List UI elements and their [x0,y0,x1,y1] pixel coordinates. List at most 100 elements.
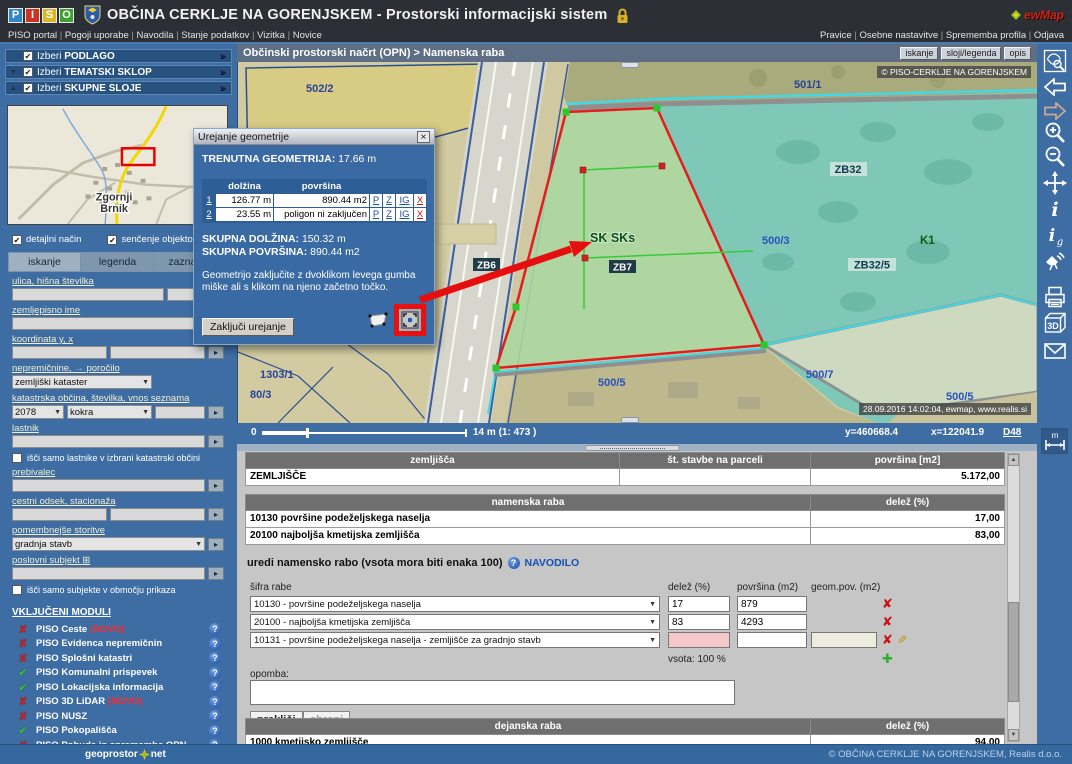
go-button[interactable]: ▸ [208,346,224,359]
geom-povrsina-input-3[interactable] [811,632,877,648]
z-link[interactable]: Z [383,208,396,222]
measure-icon[interactable]: m [1041,428,1068,454]
checkbox-skupni[interactable]: ✔ [23,83,33,93]
raba-select-1[interactable]: 10130 - površine podeželjskega naselja▼ [250,596,660,612]
prebivalec-input[interactable] [12,479,205,492]
module-splosni-katastri[interactable]: ✘ PISO Splošni katastri ? [12,651,237,665]
module-piso-ceste[interactable]: ✘ PISO Ceste(NOVO) ? [12,622,237,636]
poslovni-input[interactable] [12,567,205,580]
delete-link[interactable]: X [414,194,427,208]
poslovni-checkbox[interactable] [12,585,22,595]
scroll-up-icon[interactable]: ▲ [1008,454,1019,466]
help-icon[interactable]: ? [209,681,221,693]
help-icon[interactable]: ? [508,557,520,569]
help-icon[interactable]: ? [209,710,221,722]
expander-icon[interactable]: ▼ [10,69,23,76]
delete-link[interactable]: X [414,208,427,222]
go-button[interactable]: ▸ [208,567,224,580]
dialog-titlebar[interactable]: Urejanje geometrije × [194,129,434,145]
menu-piso-portal[interactable]: PISO portal [8,30,57,41]
scale-slider-track[interactable] [262,431,308,435]
lastnik-checkbox[interactable] [12,453,22,463]
module-komunalni[interactable]: ✔ PISO Komunalni prispevek ? [12,666,237,680]
map-sloji-legenda-button[interactable]: sloji/legenda [941,47,1001,60]
cestni-odsek-input[interactable] [12,508,107,521]
z-link[interactable]: Z [383,194,396,208]
ig-link[interactable]: IG [396,194,414,208]
map-opis-button[interactable]: opis [1004,47,1031,60]
menu-nastavitve[interactable]: Osebne nastavitve [852,30,938,41]
go-button[interactable]: ▸ [208,538,224,551]
scroll-down-icon[interactable]: ▼ [1008,729,1019,741]
scrollbar-thumb[interactable] [1008,602,1019,702]
module-3d-lidar[interactable]: ✘ PISO 3D LiDAR(NOVO) ? [12,695,237,709]
go-button[interactable]: ▸ [208,508,224,521]
menu-profil[interactable]: Sprememba profila [938,30,1026,41]
vertex-handle[interactable] [513,304,520,311]
accordion-tematski-sklop[interactable]: ▼ ✔ Izberi TEMATSKI SKLOP ▶ [5,65,232,79]
module-pokopalisca[interactable]: ✔ PISO Pokopališča ? [12,724,237,738]
vertex-handle[interactable] [493,365,500,372]
geometry-edit-dialog[interactable]: Urejanje geometrije × TRENUTNA GEOMETRIJ… [193,128,435,345]
ulica-input[interactable] [12,288,164,301]
pan-icon[interactable] [1041,170,1068,196]
ig-link[interactable]: IG [396,208,414,222]
label-cestni[interactable]: cestni odsek, stacionaža [12,496,237,507]
module-nusz[interactable]: ✘ PISO NUSZ ? [12,709,237,723]
measure-handle[interactable] [659,163,665,169]
storitve-select[interactable]: gradnja stavb▼ [12,537,205,551]
gps-satellite-icon[interactable] [1041,248,1068,274]
povrsina-input-3[interactable] [737,632,807,648]
menu-stanje[interactable]: Stanje podatkov [174,30,250,41]
divider-drag-handle[interactable] [585,445,680,451]
full-extent-icon[interactable] [1041,48,1068,74]
geoprostor-logo[interactable]: geoprostor net [85,749,166,760]
menu-novice[interactable]: Novice [285,30,322,41]
accordion-skupne-sloje[interactable]: ▲ ✔ Izberi SKUPNE SLOJE ▶ [5,81,232,95]
help-icon[interactable]: ? [209,725,221,737]
tab-iskanje[interactable]: iskanje [8,252,81,272]
delete-row-icon[interactable]: ✘ [882,597,893,611]
finish-editing-button[interactable]: Zaključi urejanje [202,318,294,336]
3d-view-icon[interactable]: 3D [1041,310,1068,336]
checkbox-podlago[interactable]: ✔ [23,51,33,61]
modules-title[interactable]: VKLJUČENI MODULI [12,607,237,618]
delez-input-1[interactable] [668,596,730,612]
accordion-podlago[interactable]: ✔ Izberi PODLAGO ▶ [5,49,232,63]
datum-link[interactable]: D48 [1003,427,1021,438]
label-poslovni[interactable]: poslovni subjekt ⊞ [12,555,237,566]
raba-select-3[interactable]: 10131 - površine podeželjskega naselja -… [250,632,660,648]
zoom-in-icon[interactable] [1041,120,1068,146]
stacionaza-input[interactable] [110,508,205,521]
edit-pencil-icon[interactable]: ✎ [897,633,907,647]
row-number-link[interactable]: 2 [203,208,216,222]
menu-vizitka[interactable]: Vizitka [249,30,285,41]
help-icon[interactable]: ? [209,667,221,679]
ko-name-select[interactable]: kokra▼ [67,405,152,419]
tab-legenda[interactable]: legenda [81,252,154,272]
go-button[interactable]: ▸ [208,479,224,492]
koordinata-x-input[interactable] [110,346,205,359]
measure-handle[interactable] [580,167,586,173]
help-icon[interactable]: ? [209,696,221,708]
toggle-sencenje[interactable]: ✔senčenje objektov [107,234,197,245]
menu-odjava[interactable]: Odjava [1026,30,1064,41]
mail-icon[interactable] [1041,338,1068,364]
info-group-icon[interactable]: ig [1041,222,1068,248]
add-row-icon[interactable]: ✚ [882,651,893,667]
module-lokacijska[interactable]: ✔ PISO Lokacijska informacija ? [12,680,237,694]
help-icon[interactable]: ? [209,638,221,650]
piso-logo[interactable]: P I S O [8,8,74,23]
vertex-handle[interactable] [563,109,570,116]
parcela-input[interactable] [155,406,205,419]
raba-select-2[interactable]: 20100 - najboljša kmetijska zemljišča▼ [250,614,660,630]
menu-pogoji[interactable]: Pogoji uporabe [57,30,129,41]
povrsina-input-2[interactable] [737,614,807,630]
label-storitve[interactable]: pomembnejše storitve [12,525,237,536]
povrsina-input-1[interactable] [737,596,807,612]
scale-ratio-link[interactable]: 473 [514,427,531,438]
measure-handle[interactable] [582,255,588,261]
lastnik-input[interactable] [12,435,205,448]
p-link[interactable]: P [370,194,383,208]
vertex-edit-icon[interactable] [367,312,389,328]
